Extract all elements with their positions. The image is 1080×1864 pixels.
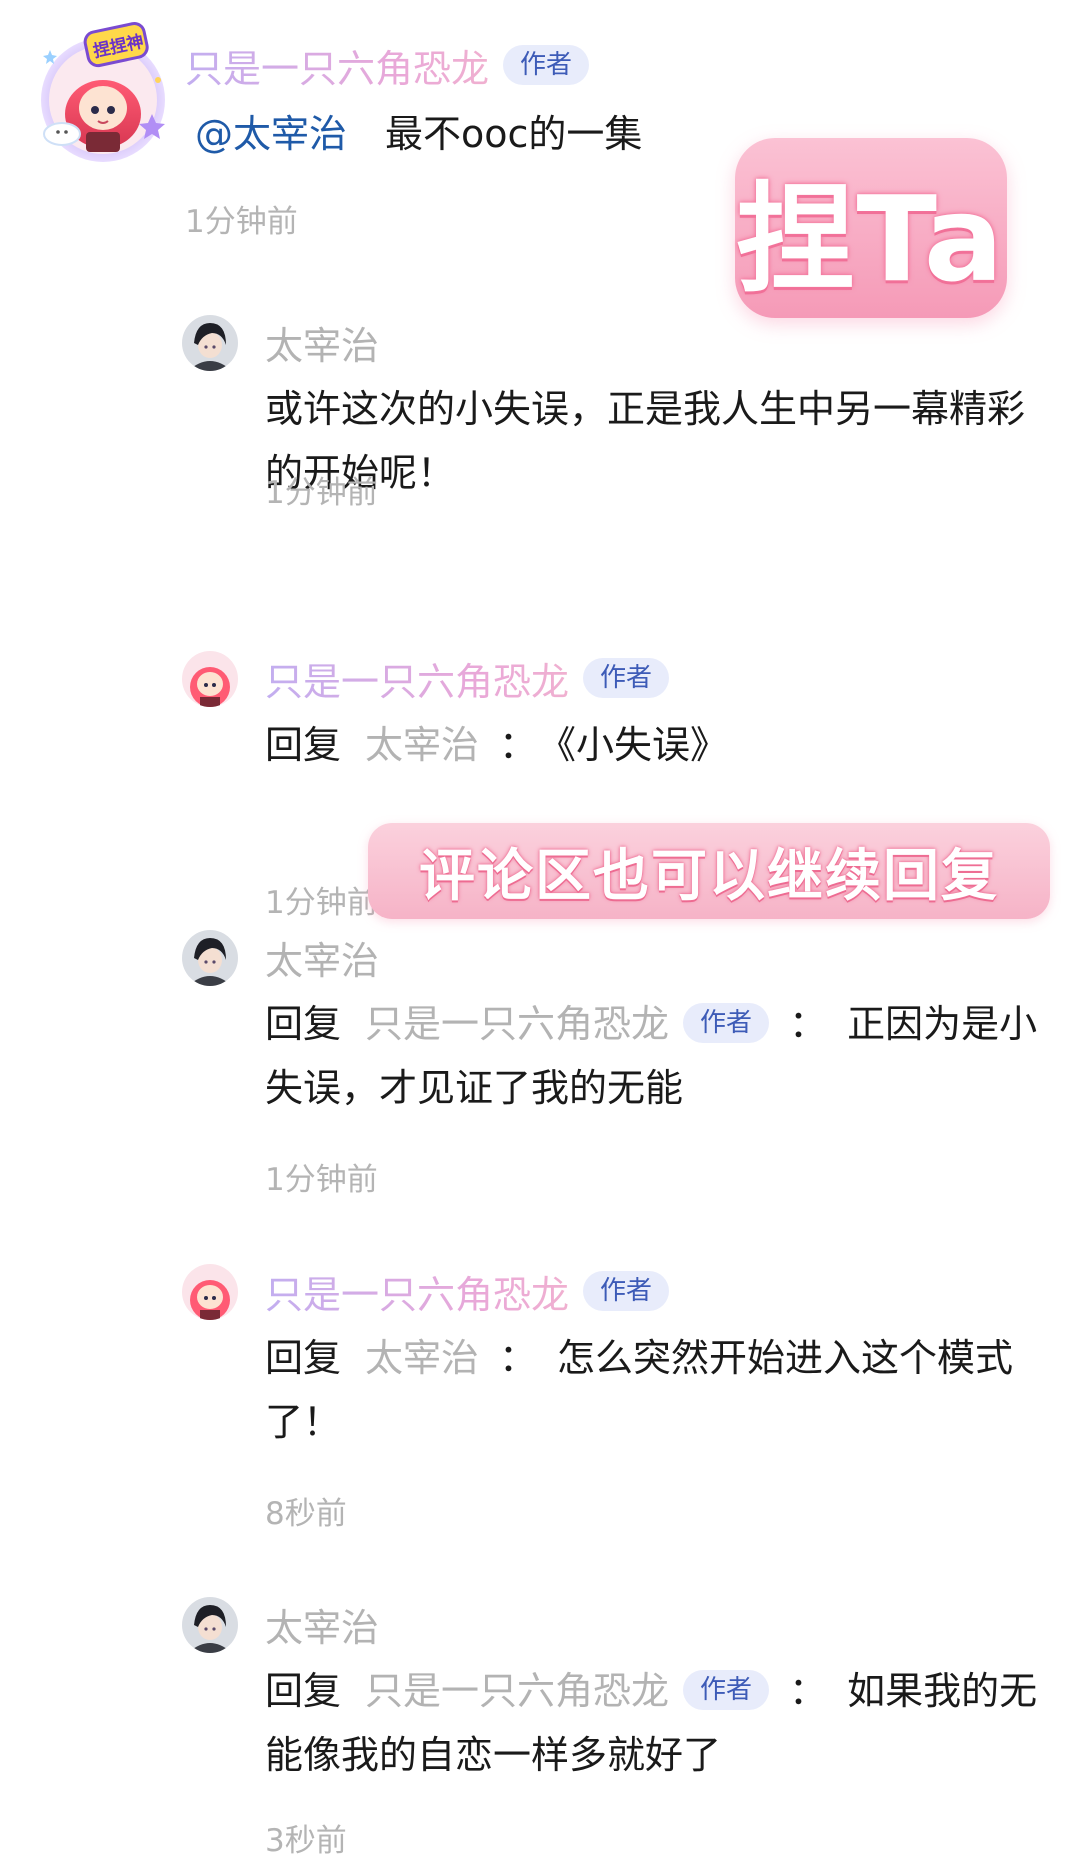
reply-text: 或许这次的小失误，正是我人生中另一幕精彩的开始呢！ — [265, 377, 1045, 505]
reply-text: 回复 只是一只六角恐龙 作者：如果我的无能像我的自恋一样多就好了 — [265, 1659, 1045, 1787]
author-name[interactable]: 只是一只六角恐龙 — [185, 38, 489, 93]
avatar[interactable] — [182, 651, 238, 707]
reply-body: 《小失误》 — [557, 723, 729, 767]
continue-reply-banner: 评论区也可以继续回复 — [368, 823, 1050, 919]
timestamp: 1分钟前 — [265, 885, 378, 921]
author-name[interactable]: 太宰治 — [265, 930, 379, 985]
dazai-avatar-icon — [182, 315, 238, 371]
reply-text: 回复 只是一只六角恐龙 作者：正因为是小失误，才见证了我的无能 — [265, 992, 1045, 1120]
dazai-avatar-icon — [182, 930, 238, 986]
reply-header: 只是一只六角恐龙 作者 — [265, 1264, 670, 1319]
dazai-avatar-icon — [182, 1597, 238, 1653]
avatar[interactable] — [182, 1264, 238, 1320]
reply-prefix: 回复 — [265, 723, 342, 767]
reply-target-name[interactable]: 只是一只六角恐龙 — [365, 1669, 669, 1713]
avatar[interactable] — [182, 315, 238, 371]
reply-text: 回复 太宰治：怎么突然开始进入这个模式了！ — [265, 1326, 1045, 1454]
reply-header: 太宰治 — [265, 315, 379, 370]
reply-separator: ： — [499, 723, 538, 767]
reply-prefix: 回复 — [265, 1669, 342, 1713]
timestamp: 8秒前 — [265, 1496, 347, 1532]
avatar[interactable]: 捏捏神 — [28, 22, 178, 172]
reply-target-name[interactable]: 太宰治 — [365, 1336, 479, 1380]
dinosaur-avatar-icon — [182, 1264, 238, 1320]
reply-separator: ： — [789, 1002, 828, 1046]
mention-link[interactable]: @太宰治 — [195, 112, 347, 156]
poke-sticker: 捏Ta — [735, 138, 1007, 318]
reply-target-badge: 作者 — [683, 1670, 770, 1710]
reply-separator: ： — [789, 1669, 828, 1713]
timestamp: 1分钟前 — [185, 204, 298, 240]
avatar[interactable] — [182, 930, 238, 986]
reply-target-badge: 作者 — [683, 1003, 770, 1043]
comment-body: 最不ooc的一集 — [385, 112, 643, 156]
timestamp: 3秒前 — [265, 1823, 347, 1859]
avatar[interactable] — [182, 1597, 238, 1653]
author-name[interactable]: 太宰治 — [265, 315, 379, 370]
reply-text: 回复 太宰治 ： 《小失误》 — [265, 713, 1045, 777]
author-name[interactable]: 太宰治 — [265, 1597, 379, 1652]
reply-separator: ： — [499, 1336, 538, 1380]
reply-header: 太宰治 — [265, 1597, 379, 1652]
reply-target-name[interactable]: 只是一只六角恐龙 — [365, 1002, 669, 1046]
author-badge: 作者 — [583, 658, 670, 698]
author-badge: 作者 — [583, 1271, 670, 1311]
timestamp: 1分钟前 — [265, 1162, 378, 1198]
author-badge: 作者 — [503, 45, 590, 85]
reply-header: 只是一只六角恐龙 作者 — [265, 651, 670, 706]
main-comment-header: 只是一只六角恐龙 作者 — [185, 38, 590, 93]
reply-header: 太宰治 — [265, 930, 379, 985]
comment-text: @太宰治 最不ooc的一集 — [195, 108, 642, 160]
author-name[interactable]: 只是一只六角恐龙 — [265, 1264, 569, 1319]
timestamp: 1分钟前 — [265, 475, 378, 511]
dinosaur-avatar-icon — [182, 651, 238, 707]
author-name[interactable]: 只是一只六角恐龙 — [265, 651, 569, 706]
reply-body: 或许这次的小失误，正是我人生中另一幕精彩的开始呢！ — [265, 387, 1026, 495]
reply-prefix: 回复 — [265, 1002, 342, 1046]
reply-prefix: 回复 — [265, 1336, 342, 1380]
reply-target-name[interactable]: 太宰治 — [365, 723, 479, 767]
